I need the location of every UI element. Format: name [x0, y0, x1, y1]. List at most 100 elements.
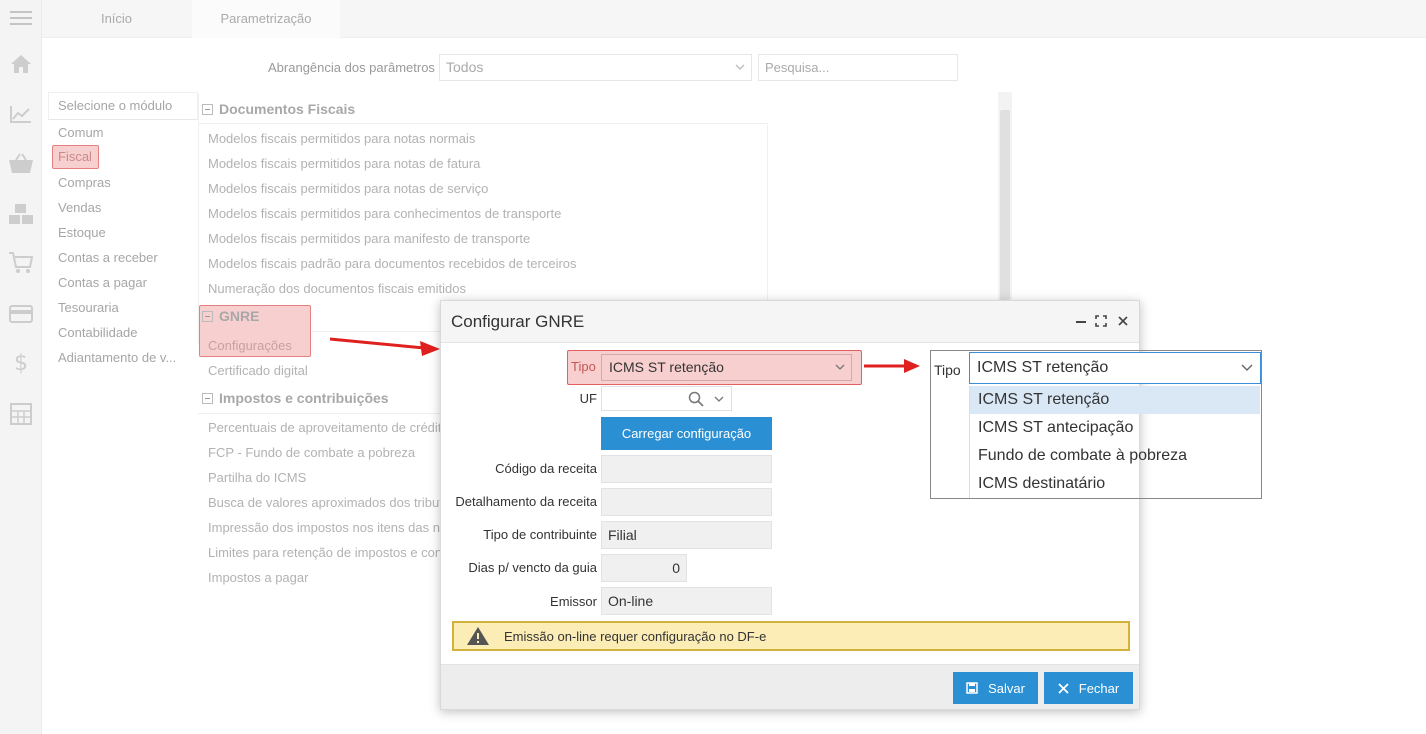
tab-bar: Início Parametrização [42, 0, 1426, 38]
cart-icon[interactable] [5, 249, 37, 277]
param-item[interactable]: Impostos a pagar [208, 570, 440, 585]
minimize-icon[interactable] [1073, 313, 1089, 329]
module-item-vendas[interactable]: Vendas [58, 200, 193, 215]
module-item-estoque[interactable]: Estoque [58, 225, 193, 240]
warning-icon [466, 626, 490, 646]
module-list-header: Selecione o módulo [48, 92, 198, 120]
search-icon[interactable] [688, 391, 704, 407]
search-input[interactable]: Pesquisa... [758, 54, 958, 81]
annotation-arrow-icon [864, 359, 920, 373]
param-item[interactable]: Numeração dos documentos fiscais emitido… [208, 281, 466, 296]
close-button[interactable]: Fechar [1044, 672, 1133, 704]
scrollbar-thumb[interactable] [1000, 110, 1010, 300]
boxes-icon[interactable] [5, 200, 37, 228]
param-item[interactable]: Limites para retenção de impostos e cont… [208, 545, 440, 560]
load-config-button[interactable]: Carregar configuração [601, 417, 772, 450]
tipo-dropdown-label: Tipo [934, 362, 961, 378]
module-item-fiscal[interactable]: Fiscal [52, 145, 99, 169]
chevron-down-icon [735, 64, 745, 70]
tipo-dropdown-select[interactable]: ICMS ST retenção [969, 352, 1261, 384]
tipo-select[interactable]: ICMS ST retenção [601, 354, 852, 381]
side-nav-rail: $ [0, 0, 42, 734]
dollar-icon[interactable]: $ [5, 348, 37, 376]
param-item[interactable]: Modelos fiscais padrão para documentos r… [208, 256, 577, 271]
tipo-contribuinte-field[interactable]: Filial [601, 521, 772, 549]
chart-line-icon[interactable] [5, 100, 37, 128]
dropdown-option[interactable]: ICMS ST antecipação [969, 414, 1260, 442]
param-item[interactable]: Busca de valores aproximados dos tributo… [208, 495, 440, 510]
module-item-contas-receber[interactable]: Contas a receber [58, 250, 193, 265]
param-item[interactable]: FCP - Fundo de combate a pobreza [208, 445, 440, 460]
menu-icon[interactable] [5, 4, 37, 32]
emissor-field[interactable]: On-line [601, 587, 772, 615]
uf-label: UF [579, 391, 597, 406]
close-icon [1058, 682, 1069, 694]
param-item[interactable]: Modelos fiscais permitidos para manifest… [208, 231, 530, 246]
tab-inicio[interactable]: Início [42, 0, 191, 38]
close-label: Fechar [1078, 680, 1120, 696]
scope-select[interactable]: Todos [439, 54, 752, 81]
module-item-adiantamento[interactable]: Adiantamento de v... [58, 350, 193, 365]
tipo-dropdown-value: ICMS ST retenção [977, 359, 1109, 376]
dias-vencto-field[interactable]: 0 [601, 554, 687, 582]
svg-text:$: $ [14, 351, 28, 374]
param-item-configuracoes[interactable]: Configurações [208, 338, 292, 353]
param-item[interactable]: Modelos fiscais permitidos para conhecim… [208, 206, 561, 221]
section-title: Documentos Fiscais [219, 101, 356, 117]
dias-vencto-label: Dias p/ vencto da guia [468, 560, 597, 575]
tipo-dropdown-options: ICMS ST retenção ICMS ST antecipação Fun… [969, 386, 1260, 498]
uf-select[interactable] [601, 386, 732, 411]
credit-card-icon[interactable] [5, 300, 37, 328]
section-title: GNRE [219, 308, 260, 324]
section-impostos[interactable]: Impostos e contribuições [202, 390, 389, 406]
collapse-icon[interactable] [202, 103, 213, 115]
section-divider [198, 123, 768, 124]
dropdown-option[interactable]: ICMS destinatário [969, 470, 1260, 498]
codigo-receita-field[interactable] [601, 455, 772, 483]
calculator-icon[interactable] [5, 400, 37, 428]
warning-banner: Emissão on-line requer configuração no D… [452, 621, 1130, 651]
section-gnre[interactable]: GNRE [202, 308, 259, 324]
chevron-down-icon [835, 364, 845, 370]
section-divider [198, 413, 440, 414]
column-divider [767, 125, 768, 300]
home-icon[interactable] [5, 50, 37, 78]
parameters-scrollbar[interactable] [998, 92, 1012, 304]
floppy-icon [966, 682, 978, 694]
scope-value: Todos [446, 59, 484, 75]
param-item[interactable]: Percentuais de aproveitamento de crédito [208, 420, 440, 435]
basket-icon[interactable] [5, 149, 37, 177]
detalhamento-receita-label: Detalhamento da receita [455, 494, 597, 509]
tab-parametrizacao[interactable]: Parametrização [192, 0, 340, 38]
close-icon[interactable] [1115, 313, 1131, 329]
module-item-contas-pagar[interactable]: Contas a pagar [58, 275, 193, 290]
scope-label: Abrangência dos parâmetros [268, 60, 435, 75]
collapse-icon[interactable] [202, 310, 213, 322]
module-item-tesouraria[interactable]: Tesouraria [58, 300, 193, 315]
module-item-contabilidade[interactable]: Contabilidade [58, 325, 193, 340]
dropdown-option[interactable]: Fundo de combate à pobreza [969, 442, 1260, 470]
param-item[interactable]: Impressão dos impostos nos itens das not… [208, 520, 440, 535]
param-item[interactable]: Partilha do ICMS [208, 470, 440, 485]
param-item-certificado[interactable]: Certificado digital [208, 363, 308, 378]
section-title: Impostos e contribuições [219, 390, 389, 406]
param-item[interactable]: Modelos fiscais permitidos para notas de… [208, 156, 480, 171]
section-divider [312, 331, 440, 332]
tipo-value: ICMS ST retenção [609, 359, 724, 375]
section-documentos-fiscais[interactable]: Documentos Fiscais [202, 101, 355, 117]
module-item-comum[interactable]: Comum [58, 125, 193, 140]
dialog-header: Configurar GNRE [441, 301, 1139, 343]
detalhamento-receita-field[interactable] [601, 488, 772, 516]
save-button[interactable]: Salvar [953, 672, 1038, 704]
warning-text: Emissão on-line requer configuração no D… [504, 628, 767, 644]
module-item-compras[interactable]: Compras [58, 175, 193, 190]
maximize-icon[interactable] [1093, 313, 1109, 329]
dropdown-option[interactable]: ICMS ST retenção [969, 386, 1260, 414]
param-item[interactable]: Modelos fiscais permitidos para notas de… [208, 181, 488, 196]
param-item[interactable]: Modelos fiscais permitidos para notas no… [208, 131, 475, 146]
dialog-title: Configurar GNRE [451, 312, 585, 331]
save-label: Salvar [988, 680, 1025, 696]
collapse-icon[interactable] [202, 392, 213, 404]
chevron-down-icon [714, 396, 724, 402]
emissor-label: Emissor [550, 594, 597, 609]
